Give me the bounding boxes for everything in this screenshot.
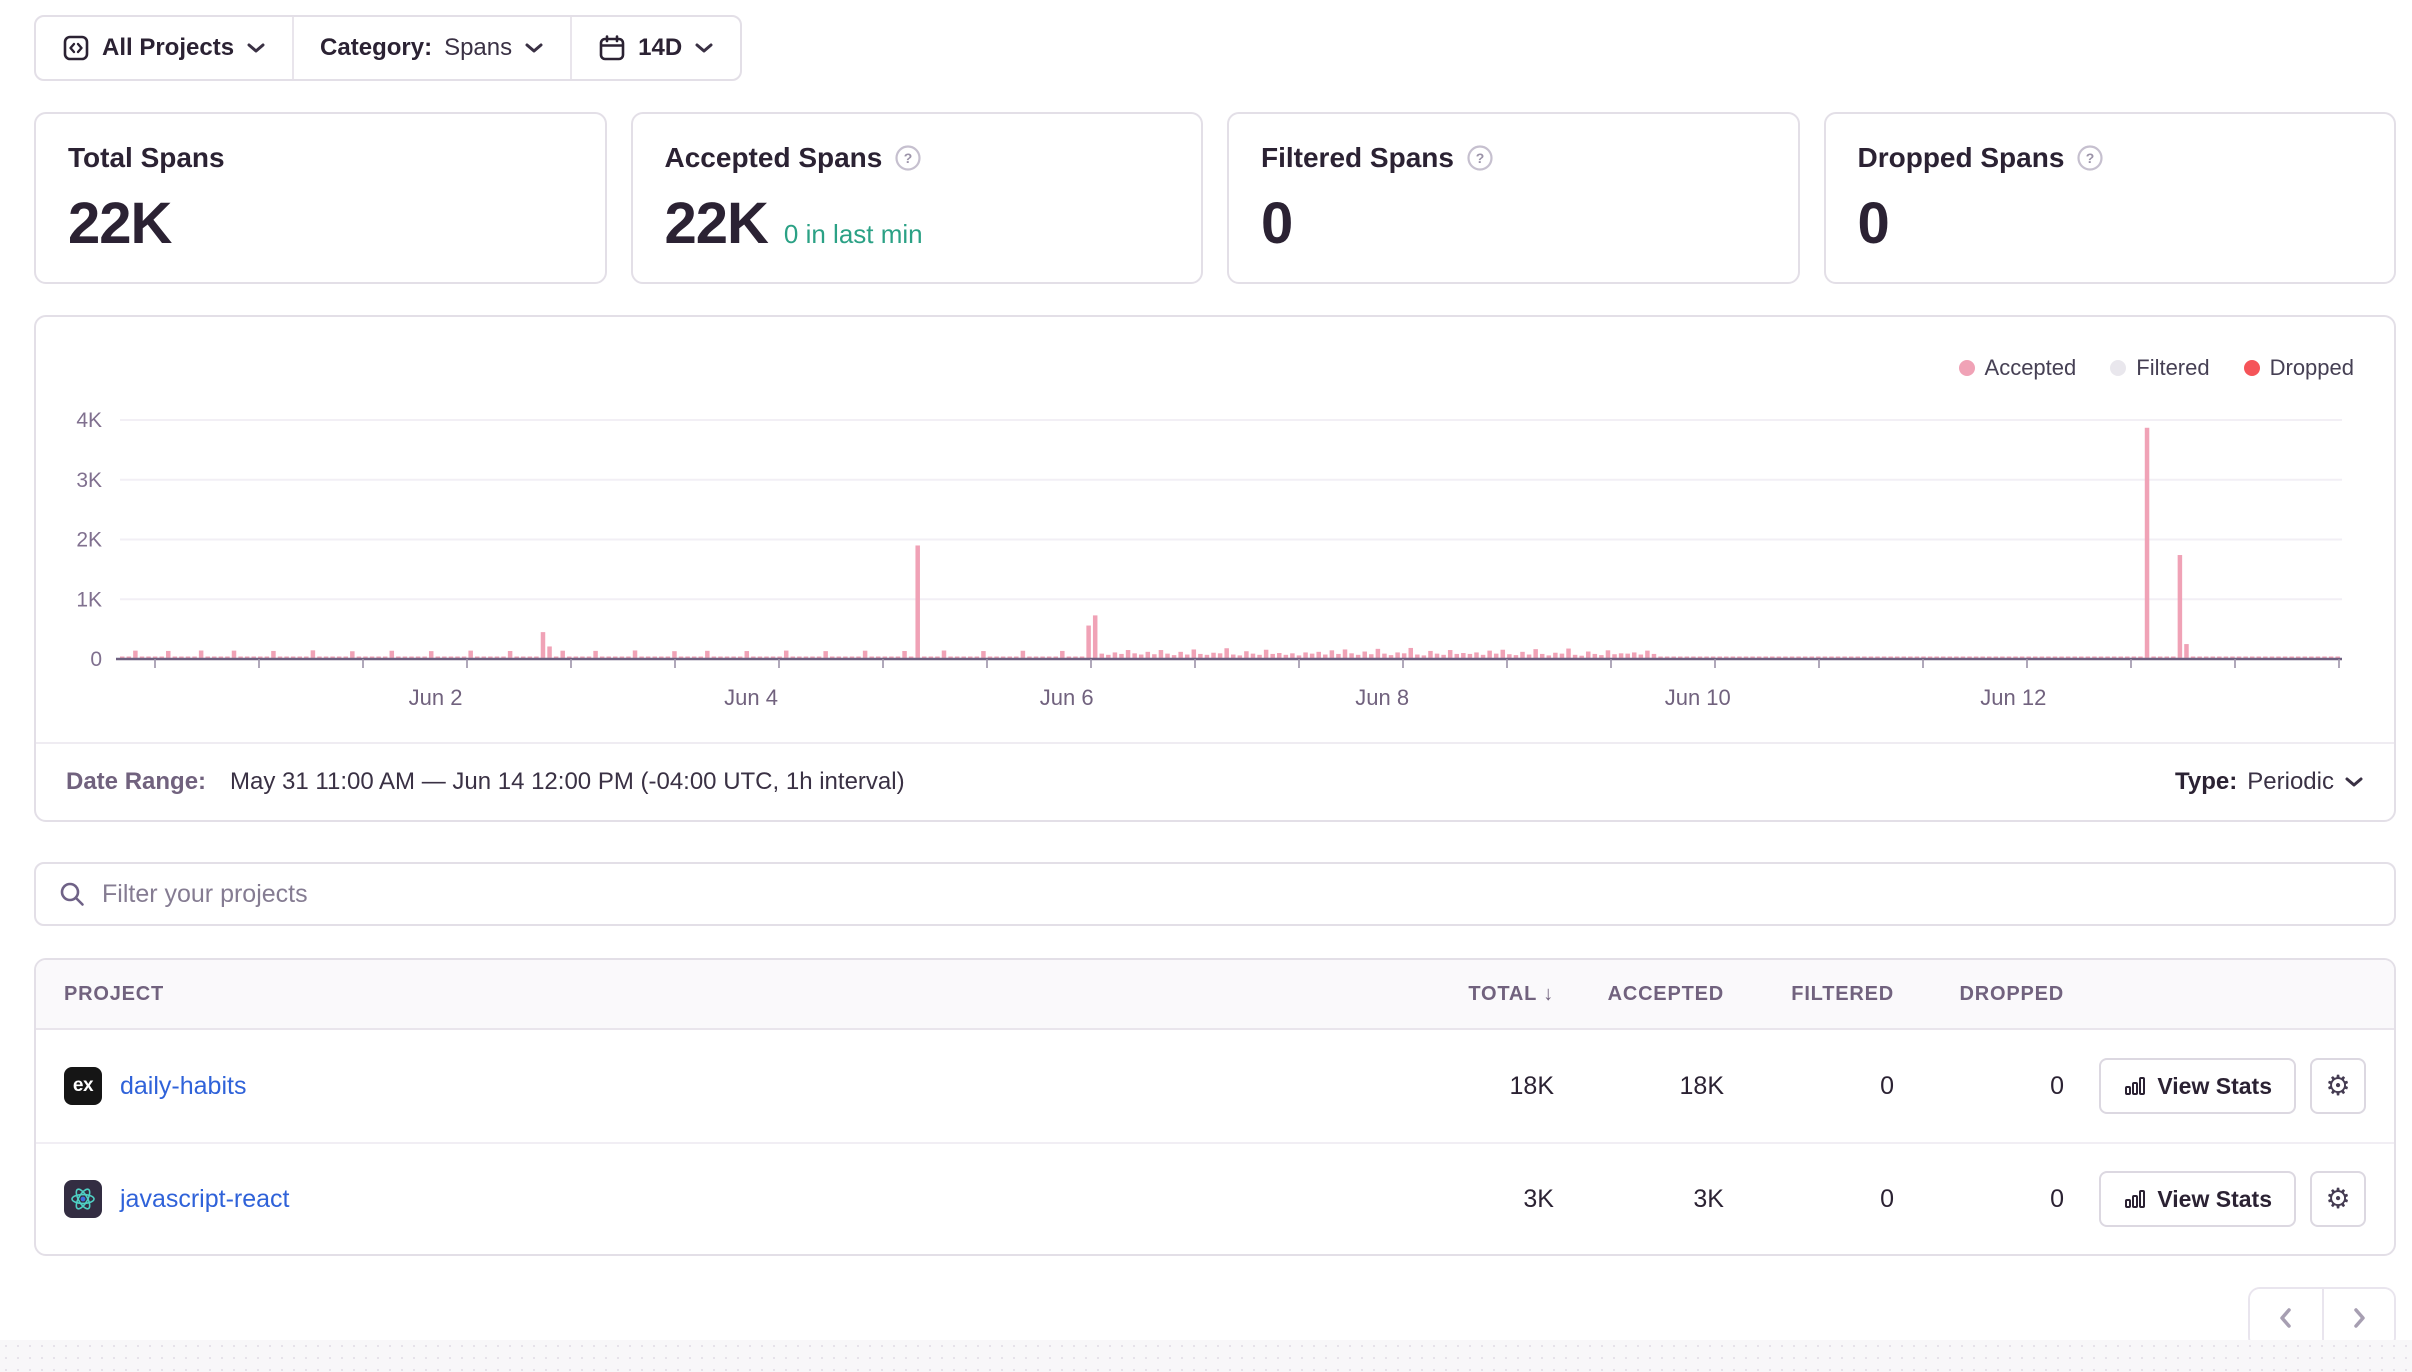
sort-desc-icon: ↓ xyxy=(1543,983,1554,1005)
accepted-spans-card: Accepted Spans ? 22K 0 in last min xyxy=(631,112,1204,284)
express-platform-icon: ex xyxy=(64,1067,102,1105)
svg-text:?: ? xyxy=(904,150,913,166)
project-filter-dropdown[interactable]: All Projects xyxy=(36,17,292,79)
svg-text:3K: 3K xyxy=(76,469,102,492)
column-filtered: Filtered xyxy=(1724,983,1894,1006)
chart-footer: Date Range: May 31 11:00 AM — Jun 14 12:… xyxy=(36,742,2394,820)
dropped-cell: 0 xyxy=(1894,1072,2064,1101)
column-dropped: Dropped xyxy=(1894,983,2064,1006)
column-project: Project xyxy=(36,983,1384,1006)
react-platform-icon xyxy=(64,1180,102,1218)
chevron-down-icon xyxy=(2344,776,2364,788)
card-title: Total Spans xyxy=(68,142,225,174)
project-filter-label: All Projects xyxy=(102,34,234,62)
svg-text:Jun 8: Jun 8 xyxy=(1355,685,1409,710)
table-row: javascript-react 3K 3K 0 0 View Stats ⚙ xyxy=(36,1142,2394,1254)
gear-icon: ⚙ xyxy=(2325,1072,2350,1100)
card-value: 0 xyxy=(1261,190,1292,257)
projects-icon xyxy=(62,34,90,62)
projects-table: Project Total ↓ Accepted Filtered Droppe… xyxy=(34,958,2396,1256)
svg-text:Jun 6: Jun 6 xyxy=(1040,685,1094,710)
next-page-button[interactable] xyxy=(2322,1289,2394,1347)
date-range-value: May 31 11:00 AM — Jun 14 12:00 PM (-04:0… xyxy=(230,768,905,796)
svg-text:Jun 4: Jun 4 xyxy=(724,685,778,710)
total-cell: 3K xyxy=(1384,1185,1554,1214)
type-label: Type: xyxy=(2175,768,2237,796)
accepted-cell: 18K xyxy=(1554,1072,1724,1101)
filter-bar: All Projects Category: Spans 14D xyxy=(34,15,742,81)
table-row: ex daily-habits 18K 18K 0 0 View Stats ⚙ xyxy=(36,1030,2394,1142)
svg-text:0: 0 xyxy=(90,648,102,671)
help-icon[interactable]: ? xyxy=(2076,144,2104,172)
search-input[interactable] xyxy=(102,880,2372,909)
bar-chart-icon xyxy=(2123,1187,2147,1211)
project-link[interactable]: daily-habits xyxy=(120,1072,246,1101)
project-settings-button[interactable]: ⚙ xyxy=(2310,1171,2366,1227)
help-icon[interactable]: ? xyxy=(1466,144,1494,172)
filtered-cell: 0 xyxy=(1724,1185,1894,1214)
total-cell: 18K xyxy=(1384,1072,1554,1101)
dropped-cell: 0 xyxy=(1894,1185,2064,1214)
total-spans-card: Total Spans 22K xyxy=(34,112,607,284)
category-filter-dropdown[interactable]: Category: Spans xyxy=(292,17,570,79)
card-title: Dropped Spans xyxy=(1858,142,2065,174)
project-search xyxy=(34,862,2396,926)
date-period-dropdown[interactable]: 14D xyxy=(570,17,740,79)
svg-text:Jun 12: Jun 12 xyxy=(1980,685,2046,710)
stat-cards-row: Total Spans 22K Accepted Spans ? 22K 0 i… xyxy=(34,112,2396,284)
filtered-spans-card: Filtered Spans ? 0 xyxy=(1227,112,1800,284)
project-settings-button[interactable]: ⚙ xyxy=(2310,1058,2366,1114)
date-range-label: Date Range: xyxy=(66,768,206,796)
previous-page-button[interactable] xyxy=(2250,1289,2322,1347)
bar-chart-icon xyxy=(2123,1074,2147,1098)
stats-page: All Projects Category: Spans 14D Total S… xyxy=(0,0,2412,1372)
chevron-down-icon xyxy=(524,42,544,54)
category-filter-value: Spans xyxy=(444,34,512,62)
search-icon xyxy=(58,880,86,908)
accepted-cell: 3K xyxy=(1554,1185,1724,1214)
table-header: Project Total ↓ Accepted Filtered Droppe… xyxy=(36,960,2394,1030)
chevron-right-icon xyxy=(2348,1305,2370,1331)
svg-text:1K: 1K xyxy=(76,588,102,611)
card-value: 22K xyxy=(665,190,768,257)
gear-icon: ⚙ xyxy=(2325,1185,2350,1213)
svg-text:?: ? xyxy=(2086,150,2095,166)
help-icon[interactable]: ? xyxy=(894,144,922,172)
view-stats-button[interactable]: View Stats xyxy=(2099,1058,2296,1114)
calendar-icon xyxy=(598,34,626,62)
card-value: 22K xyxy=(68,190,171,257)
svg-text:?: ? xyxy=(1476,150,1485,166)
project-link[interactable]: javascript-react xyxy=(120,1185,290,1214)
svg-text:4K: 4K xyxy=(76,409,102,432)
filtered-cell: 0 xyxy=(1724,1072,1894,1101)
svg-text:Jun 2: Jun 2 xyxy=(409,685,463,710)
type-value: Periodic xyxy=(2247,768,2334,796)
card-value: 0 xyxy=(1858,190,1889,257)
column-accepted: Accepted xyxy=(1554,983,1724,1006)
chevron-down-icon xyxy=(694,42,714,54)
card-subtext: 0 in last min xyxy=(784,219,923,250)
view-stats-button[interactable]: View Stats xyxy=(2099,1171,2296,1227)
usage-chart-card: Accepted Filtered Dropped 01K2K3K4KJun 2… xyxy=(34,315,2396,822)
date-period-value: 14D xyxy=(638,34,682,62)
spans-bar-chart[interactable]: 0 1K 2K 3K 4K Jun 2 Jun 4 Jun 6 Jun 8 Jun 10 Jun 1… xyxy=(36,317,2398,746)
type-dropdown[interactable]: Type: Periodic xyxy=(2175,768,2364,796)
column-total-sortable[interactable]: Total ↓ xyxy=(1384,983,1554,1006)
card-title: Accepted Spans xyxy=(665,142,883,174)
svg-text:Jun 10: Jun 10 xyxy=(1665,685,1731,710)
card-title: Filtered Spans xyxy=(1261,142,1454,174)
dropped-spans-card: Dropped Spans ? 0 xyxy=(1824,112,2397,284)
chevron-left-icon xyxy=(2275,1305,2297,1331)
category-filter-label: Category: xyxy=(320,34,432,62)
chevron-down-icon xyxy=(246,42,266,54)
svg-text:2K: 2K xyxy=(76,529,102,552)
date-range: Date Range: May 31 11:00 AM — Jun 14 12:… xyxy=(66,768,905,796)
page-footer-texture xyxy=(0,1340,2412,1372)
